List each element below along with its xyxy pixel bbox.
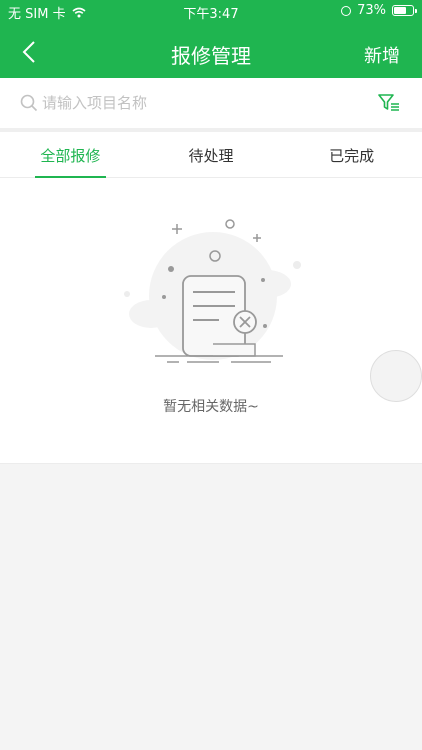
rotation-lock-icon	[341, 5, 352, 16]
top-bar: 无 SIM 卡 下午3:47 73% 报修管理 新增	[0, 0, 422, 78]
tab-completed[interactable]: 已完成	[281, 132, 422, 177]
battery-icon	[392, 5, 417, 16]
status-bar: 无 SIM 卡 下午3:47 73%	[0, 0, 422, 22]
empty-state: 暂无相关数据~	[0, 178, 422, 464]
floating-action-button[interactable]	[370, 350, 422, 402]
empty-message: 暂无相关数据~	[163, 399, 259, 415]
empty-document-icon	[124, 219, 301, 363]
navigation-bar: 报修管理 新增	[0, 26, 422, 78]
battery-percent: 73%	[357, 3, 386, 18]
add-button[interactable]: 新增	[364, 42, 400, 68]
page-title: 报修管理	[171, 44, 251, 68]
tab-all-repairs[interactable]: 全部报修	[0, 132, 141, 178]
filter-icon[interactable]	[378, 93, 400, 113]
tab-pending[interactable]: 待处理	[141, 132, 282, 177]
tab-bar: 全部报修 待处理 已完成	[0, 132, 422, 178]
search-input[interactable]	[42, 91, 342, 115]
search-icon	[20, 94, 38, 112]
search-bar	[0, 78, 422, 128]
